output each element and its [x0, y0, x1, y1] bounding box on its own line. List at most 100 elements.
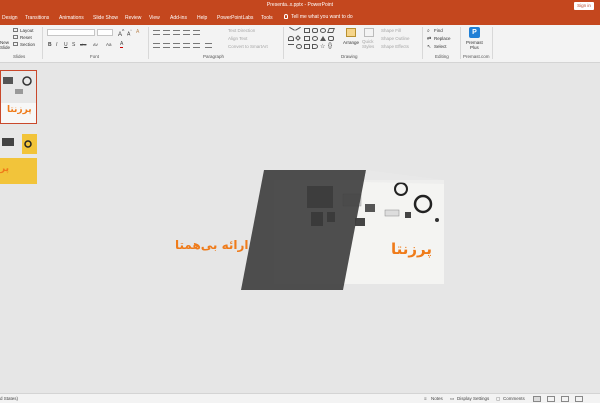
shape-fill-button[interactable]: Shape Fill	[381, 28, 401, 33]
thumbnail-1-title: پرزنتا	[7, 105, 32, 115]
drawing-group-label: Drawing	[341, 54, 358, 59]
font-name-box[interactable]	[47, 29, 95, 36]
display-settings-icon: ▭	[450, 396, 455, 401]
text-direction-button[interactable]: Text Direction	[228, 28, 255, 33]
font-size-box[interactable]	[97, 29, 113, 36]
connector-shape-icon[interactable]	[288, 44, 294, 49]
bracket-shape-icon[interactable]	[312, 44, 318, 49]
arc-shape-icon[interactable]	[288, 36, 294, 41]
diamond-shape-icon[interactable]	[295, 35, 301, 41]
tab-view[interactable]: View	[149, 15, 160, 21]
slide-sorter-button[interactable]	[547, 396, 555, 402]
clear-format-icon[interactable]: A	[136, 29, 139, 35]
italic-button[interactable]: I	[56, 42, 57, 48]
grow-font-icon[interactable]: A^	[118, 29, 124, 38]
shapes-gallery[interactable]: ☆ {}	[287, 26, 338, 50]
callout-shape-icon[interactable]	[328, 36, 334, 41]
tab-transitions[interactable]: Transitions	[25, 15, 49, 21]
parallelogram-shape-icon[interactable]	[327, 28, 335, 33]
shadow-button[interactable]: S	[72, 42, 75, 48]
thumbnail-2-title: پر	[0, 164, 9, 174]
display-settings-button[interactable]: Display Settings	[457, 396, 489, 401]
rectangle-shape-icon[interactable]	[304, 28, 310, 33]
bold-button[interactable]: B	[48, 42, 52, 48]
select-button[interactable]: Select	[434, 44, 447, 49]
columns-icon[interactable]	[193, 43, 200, 48]
bullets-icon[interactable]	[153, 30, 160, 35]
tab-help[interactable]: Help	[197, 15, 207, 21]
ribbon-divider	[422, 27, 423, 59]
tab-powerpointlabs[interactable]: PowerPointLabs	[217, 15, 253, 21]
normal-view-button[interactable]	[533, 396, 541, 402]
align-left-icon[interactable]	[153, 43, 160, 48]
new-slide-button[interactable]: New Slide	[0, 40, 10, 50]
premast-logo-icon: P	[469, 27, 480, 38]
premast-plus-button[interactable]: Premast Plus	[466, 40, 483, 50]
triangle-shape-icon[interactable]	[320, 36, 326, 41]
status-bar: d States) ≡ Notes ▭ Display Settings ▢ C…	[0, 393, 600, 403]
strikethrough-button[interactable]: abc	[80, 42, 86, 47]
frame-shape-icon[interactable]	[304, 44, 310, 49]
increase-indent-icon[interactable]	[183, 30, 190, 35]
align-text-button[interactable]: Align Text	[228, 36, 247, 41]
notes-button[interactable]: Notes	[431, 396, 443, 401]
reset-button[interactable]: Reset	[20, 35, 32, 40]
sign-in-button[interactable]: Sign in	[574, 2, 594, 10]
rtl-icon[interactable]	[193, 30, 200, 35]
thumbnail-1-art	[1, 71, 36, 103]
tab-slide-show[interactable]: Slide Show	[93, 15, 118, 21]
slide-subtitle-left[interactable]: ارائه بی‌همتا	[175, 238, 249, 252]
editing-group-label: Editing	[435, 54, 449, 59]
ribbon-divider	[492, 27, 493, 59]
textbox-shape-icon[interactable]	[304, 36, 310, 41]
brace-shape-icon[interactable]: {}	[328, 43, 332, 49]
shrink-font-icon[interactable]: Aˇ	[127, 29, 132, 38]
reading-view-button[interactable]	[561, 396, 569, 402]
arrange-button[interactable]: Arrange	[343, 40, 359, 45]
line-spacing-icon[interactable]	[205, 43, 212, 48]
slide-title-right[interactable]: پرزنتا	[391, 240, 432, 258]
tab-animations[interactable]: Animations	[59, 15, 84, 21]
smile-shape-icon[interactable]	[312, 36, 318, 41]
align-right-icon[interactable]	[173, 43, 180, 48]
align-center-icon[interactable]	[163, 43, 170, 48]
rounded-rect-shape-icon[interactable]	[312, 28, 318, 33]
shape-outline-button[interactable]: Shape Outline	[381, 36, 410, 41]
decrease-indent-icon[interactable]	[173, 30, 180, 35]
star-shape-icon[interactable]: ☆	[320, 43, 325, 50]
ribbon-divider	[283, 27, 284, 59]
convert-smartart-button[interactable]: Convert to SmartArt	[228, 44, 268, 49]
tab-add-ins[interactable]: Add-ins	[170, 15, 187, 21]
slide-thumbnail-1[interactable]: پرزنتا	[0, 70, 37, 124]
replace-button[interactable]: Replace	[434, 36, 451, 41]
comments-button[interactable]: Comments	[503, 396, 525, 401]
section-button[interactable]: Section	[20, 42, 35, 47]
quick-styles-button[interactable]: Quick Styles	[362, 39, 374, 49]
tab-review[interactable]: Review	[125, 15, 141, 21]
tell-me-search[interactable]: Tell me what you want to do	[284, 14, 353, 20]
reset-icon	[13, 35, 18, 39]
notes-icon: ≡	[424, 396, 427, 401]
slide-editing-area[interactable]: ارائه بی‌همتا پرزنتا	[45, 64, 600, 392]
justify-icon[interactable]	[183, 43, 190, 48]
char-spacing-button[interactable]: AV	[93, 42, 98, 47]
slide-thumbnail-2[interactable]: پر	[0, 130, 37, 184]
oval-shape-icon[interactable]	[320, 28, 326, 33]
tab-design[interactable]: Design	[2, 15, 18, 21]
layout-icon	[13, 28, 18, 32]
ribbon-divider	[460, 27, 461, 59]
comments-icon: ▢	[496, 396, 501, 401]
numbering-icon[interactable]	[163, 30, 170, 35]
line-shape-icon[interactable]	[287, 26, 295, 35]
layout-button[interactable]: Layout	[20, 28, 34, 33]
underline-button[interactable]: U	[64, 42, 68, 48]
tab-tools[interactable]: Tools	[261, 15, 273, 21]
arrow-shape-icon[interactable]	[295, 26, 303, 35]
font-color-button[interactable]: A	[120, 42, 124, 48]
find-button[interactable]: Find	[434, 28, 443, 33]
change-case-button[interactable]: Aa	[106, 42, 112, 47]
shape-effects-button[interactable]: Shape Effects	[381, 44, 409, 49]
slideshow-view-button[interactable]	[575, 396, 583, 402]
ribbon: New Slide Layout Reset Section Slides A^…	[0, 25, 600, 63]
ring-shape-icon[interactable]	[296, 44, 302, 49]
